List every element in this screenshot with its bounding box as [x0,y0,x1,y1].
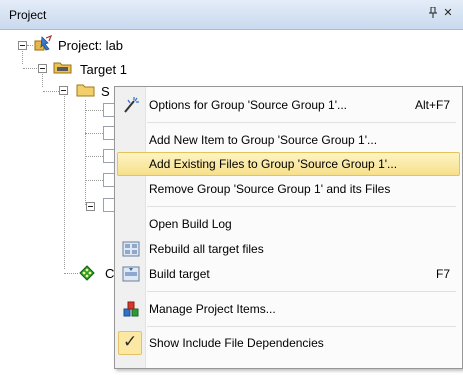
tree-group-label-prefix[interactable]: S [101,84,110,99]
tree-line [42,74,43,87]
group-expander[interactable] [59,86,68,95]
group-folder-icon [76,84,95,97]
menu-item-manage-project-items[interactable]: Manage Project Items... [117,297,460,321]
tree-line [43,91,59,92]
tree-line [22,51,23,64]
magic-wand-icon [124,97,139,113]
menu-item-label: Add Existing Files to Group 'Source Grou… [149,157,398,171]
tree-root-label[interactable]: Project: lab [58,38,123,53]
menu-separator [147,326,456,327]
tree-line [85,156,103,157]
menu-separator [147,122,456,123]
tree-line [64,273,78,274]
menu-item-show-include-deps[interactable]: ✓ Show Include File Dependencies [117,331,460,355]
manage-items-icon [123,301,139,317]
menu-separator [147,291,456,292]
subitem-expander[interactable] [86,202,95,211]
target-folder-icon [53,62,72,74]
menu-item-label: Show Include File Dependencies [149,336,324,350]
menu-item-label: Open Build Log [149,217,232,231]
menu-item-label: Rebuild all target files [149,242,264,256]
pin-icon[interactable] [427,6,439,19]
build-icon [122,266,140,282]
tree-line [64,96,65,269]
rebuild-icon [122,241,140,257]
project-icon [34,35,53,51]
menu-item-label: Add New Item to Group 'Source Group 1'..… [149,133,378,147]
menu-item-add-new-item[interactable]: Add New Item to Group 'Source Group 1'..… [117,128,460,152]
tree-line [85,133,103,134]
close-icon[interactable]: ✕ [442,7,454,19]
menu-item-remove-group[interactable]: Remove Group 'Source Group 1' and its Fi… [117,177,460,201]
target-expander[interactable] [38,64,47,73]
root-expander[interactable] [18,41,27,50]
menu-item-open-build-log[interactable]: Open Build Log [117,212,460,236]
tree-line [23,68,39,69]
menu-item-label: Options for Group 'Source Group 1'... [149,98,348,112]
context-menu: Options for Group 'Source Group 1'... Al… [114,86,463,369]
menu-item-shortcut: Alt+F7 [414,98,450,112]
menu-item-options-for-group[interactable]: Options for Group 'Source Group 1'... Al… [117,93,460,117]
check-icon: ✓ [123,332,138,351]
menu-separator [147,206,456,207]
component-icon [79,265,95,281]
tree-target-label[interactable]: Target 1 [80,62,127,77]
menu-item-shortcut: F7 [435,267,450,281]
panel-title: Project [9,8,47,22]
menu-item-add-existing-files[interactable]: Add Existing Files to Group 'Source Grou… [117,152,460,176]
menu-item-build-target[interactable]: Build target F7 [117,262,460,286]
menu-item-label: Build target [149,267,210,281]
project-panel-header: Project ✕ [0,0,463,30]
tree-line [85,110,103,111]
tree-line [85,180,103,181]
menu-item-label: Manage Project Items... [149,302,276,316]
menu-item-rebuild-all[interactable]: Rebuild all target files [117,237,460,261]
tree-hidden-item-label[interactable]: C [105,266,114,281]
tree-line [85,100,86,205]
menu-item-label: Remove Group 'Source Group 1' and its Fi… [149,182,391,196]
